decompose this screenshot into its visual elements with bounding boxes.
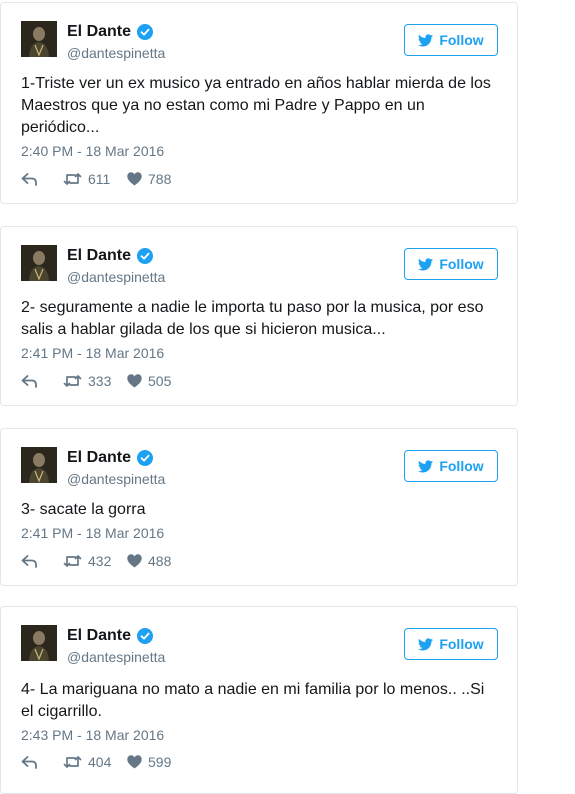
like-count: 488 bbox=[148, 553, 172, 569]
twitter-bird-icon bbox=[418, 459, 434, 472]
tweet-card: El Dante @dantespinetta Follow 1-Triste … bbox=[0, 2, 518, 204]
follow-label: Follow bbox=[439, 256, 484, 272]
follow-button[interactable]: Follow bbox=[404, 248, 498, 280]
tweet-actions: 333 505 bbox=[21, 373, 171, 389]
reply-icon bbox=[21, 555, 37, 568]
follow-button[interactable]: Follow bbox=[404, 450, 498, 482]
tweet-card: El Dante @dantespinetta Follow 3- sacate… bbox=[0, 428, 518, 586]
retweet-icon bbox=[63, 756, 82, 768]
heart-icon bbox=[127, 374, 142, 388]
author-handle[interactable]: @dantespinetta bbox=[67, 649, 165, 665]
like-button[interactable]: 505 bbox=[127, 373, 171, 389]
avatar[interactable] bbox=[21, 447, 57, 483]
tweet-text: 1-Triste ver un ex musico ya entrado en … bbox=[21, 75, 491, 136]
tweet-card: El Dante @dantespinetta Follow 4- La mar… bbox=[0, 606, 518, 794]
like-button[interactable]: 788 bbox=[127, 171, 171, 187]
author-handle[interactable]: @dantespinetta bbox=[67, 45, 165, 61]
reply-button[interactable] bbox=[21, 755, 63, 769]
retweet-button[interactable]: 432 bbox=[63, 553, 127, 569]
author-name[interactable]: El Dante bbox=[67, 449, 154, 467]
heart-icon bbox=[127, 554, 142, 568]
retweet-button[interactable]: 333 bbox=[63, 373, 127, 389]
retweet-icon bbox=[63, 555, 82, 567]
retweet-count: 432 bbox=[88, 553, 112, 569]
heart-icon bbox=[127, 755, 142, 769]
tweet-text: 2- seguramente a nadie le importa tu pas… bbox=[21, 299, 484, 338]
avatar[interactable] bbox=[21, 21, 57, 57]
retweet-button[interactable]: 611 bbox=[63, 171, 127, 187]
tweet-actions: 432 488 bbox=[21, 553, 171, 569]
avatar[interactable] bbox=[21, 625, 57, 661]
twitter-bird-icon bbox=[418, 257, 434, 270]
tweet-text: 3- sacate la gorra bbox=[21, 501, 146, 518]
retweet-count: 333 bbox=[88, 373, 112, 389]
tweet-text: 4- La mariguana no mato a nadie en mi fa… bbox=[21, 681, 485, 720]
follow-button[interactable]: Follow bbox=[404, 628, 498, 660]
verified-icon bbox=[137, 248, 154, 264]
like-count: 599 bbox=[148, 754, 172, 770]
tweet-timestamp[interactable]: 2:41 PM - 18 Mar 2016 bbox=[21, 345, 164, 361]
tweet-timestamp[interactable]: 2:43 PM - 18 Mar 2016 bbox=[21, 727, 164, 743]
reply-button[interactable] bbox=[21, 172, 63, 186]
avatar[interactable] bbox=[21, 245, 57, 281]
retweet-icon bbox=[63, 173, 82, 185]
like-count: 788 bbox=[148, 171, 172, 187]
reply-button[interactable] bbox=[21, 554, 63, 568]
tweet-card: El Dante @dantespinetta Follow 2- segura… bbox=[0, 226, 518, 406]
retweet-button[interactable]: 404 bbox=[63, 754, 127, 770]
reply-icon bbox=[21, 375, 37, 388]
like-button[interactable]: 599 bbox=[127, 754, 171, 770]
follow-label: Follow bbox=[439, 458, 484, 474]
like-count: 505 bbox=[148, 373, 172, 389]
tweet-timestamp[interactable]: 2:41 PM - 18 Mar 2016 bbox=[21, 525, 164, 541]
reply-icon bbox=[21, 173, 37, 186]
verified-icon bbox=[137, 24, 154, 40]
verified-icon bbox=[137, 628, 154, 644]
reply-button[interactable] bbox=[21, 374, 63, 388]
author-name[interactable]: El Dante bbox=[67, 23, 154, 41]
tweet-actions: 611 788 bbox=[21, 171, 171, 187]
author-name[interactable]: El Dante bbox=[67, 627, 154, 645]
reply-icon bbox=[21, 756, 37, 769]
follow-label: Follow bbox=[439, 32, 484, 48]
heart-icon bbox=[127, 172, 142, 186]
tweet-timestamp[interactable]: 2:40 PM - 18 Mar 2016 bbox=[21, 143, 164, 159]
twitter-bird-icon bbox=[418, 637, 434, 650]
like-button[interactable]: 488 bbox=[127, 553, 171, 569]
twitter-bird-icon bbox=[418, 33, 434, 46]
follow-label: Follow bbox=[439, 636, 484, 652]
tweet-actions: 404 599 bbox=[21, 754, 171, 770]
author-name[interactable]: El Dante bbox=[67, 247, 154, 265]
retweet-icon bbox=[63, 375, 82, 387]
verified-icon bbox=[137, 450, 154, 466]
retweet-count: 404 bbox=[88, 754, 112, 770]
author-handle[interactable]: @dantespinetta bbox=[67, 269, 165, 285]
retweet-count: 611 bbox=[88, 171, 111, 187]
follow-button[interactable]: Follow bbox=[404, 24, 498, 56]
author-handle[interactable]: @dantespinetta bbox=[67, 471, 165, 487]
